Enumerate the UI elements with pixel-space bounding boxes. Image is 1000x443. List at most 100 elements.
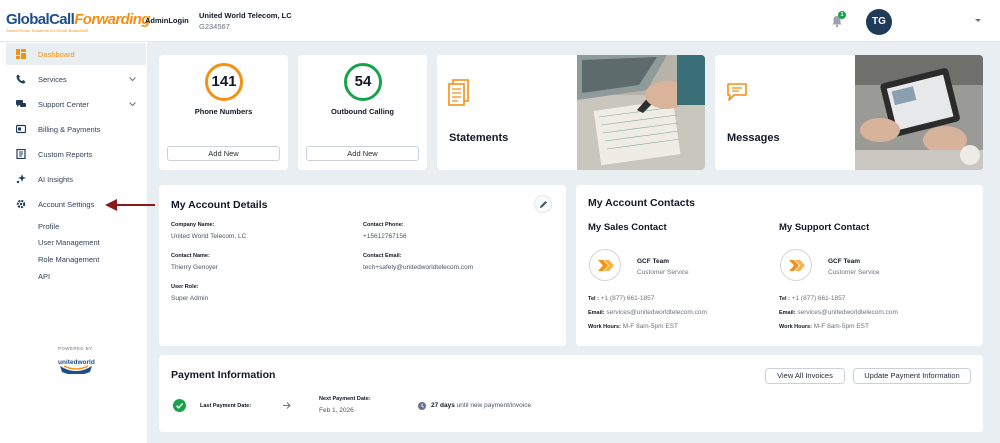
add-phone-number-button[interactable]: Add New (167, 146, 280, 161)
contact-phone-label: Contact Phone: (363, 222, 404, 228)
contact-email-value: tech+safety@unitedworldtelecom.com (363, 264, 474, 271)
account-contacts-title: My Account Contacts (588, 197, 695, 209)
messages-photo (855, 55, 983, 170)
company-name-value: United World Telecom, LC (171, 233, 247, 240)
sidebar-item-label: Billing & Payments (38, 124, 101, 134)
sidebar-item-ai-insights[interactable]: AI Insights (6, 168, 146, 190)
statements-photo (577, 55, 705, 170)
outbound-calling-card: 54 Outbound Calling Add New (298, 55, 427, 170)
document-icon (448, 79, 469, 106)
sidebar-item-label: Account Settings (38, 199, 95, 209)
sidebar-item-label: Support Center (38, 99, 89, 109)
next-payment-label: Next Payment Date: (319, 396, 371, 402)
sales-contact-hours: Work Hours: M-F 8am-5pm EST (588, 323, 678, 330)
billing-icon (16, 124, 26, 134)
gear-icon (16, 199, 26, 209)
chevron-down-icon (129, 77, 136, 82)
payment-information-title: Payment Information (171, 369, 276, 381)
company-id: G234567 (199, 22, 230, 31)
support-contact-heading: My Support Contact (779, 222, 870, 233)
chat-icon (16, 99, 26, 109)
dashboard-icon (16, 49, 26, 59)
chevron-down-icon[interactable] (974, 16, 982, 24)
globalcallforwarding-logo[interactable]: GlobalCallForwarding Smart Phone Solutio… (6, 11, 150, 34)
sales-contact-tel: Tel : +1 (877) 661-1857 (588, 295, 655, 302)
support-contact-avatar (780, 249, 812, 281)
clock-icon (418, 402, 426, 410)
sidebar-item-label: Custom Reports (38, 149, 93, 159)
contact-name-label: Contact Name: (171, 253, 210, 259)
sidebar-subitem-role-management[interactable]: Role Management (38, 255, 99, 264)
last-payment-label: Last Payment Date: (200, 403, 252, 409)
support-contact-email[interactable]: Email: services@unitedworldtelecom.com (779, 309, 898, 316)
support-contact-name: GCF Team (828, 258, 861, 265)
contact-name-value: Thierry Genoyer (171, 264, 218, 271)
annotation-arrow-icon (105, 199, 155, 211)
phone-numbers-label: Phone Numbers (194, 107, 253, 116)
account-details-card: My Account Details Company Name: United … (159, 185, 566, 346)
unitedworld-logo: unitedworld (58, 359, 95, 374)
support-contact-tel: Tel : +1 (877) 661-1857 (779, 295, 846, 302)
check-circle-icon (173, 399, 186, 412)
sidebar-subitem-user-management[interactable]: User Management (38, 238, 100, 247)
sidebar-item-label: Services (38, 74, 67, 84)
contact-email-label: Contact Email: (363, 253, 402, 259)
sales-contact-heading: My Sales Contact (588, 222, 667, 233)
svg-text:unitedworld: unitedworld (58, 359, 95, 366)
sales-contact-email[interactable]: Email: services@unitedworldtelecom.com (588, 309, 707, 316)
chevron-right-double-icon (789, 260, 805, 271)
sparkle-icon (16, 174, 26, 184)
sales-contact-name: GCF Team (637, 258, 670, 265)
support-contact-hours: Work Hours: M-F 8am-5pm EST (779, 323, 869, 330)
sidebar-item-billing-payments[interactable]: Billing & Payments (6, 118, 146, 140)
admin-login-label: AdminLogin (145, 16, 189, 25)
days-until-payment: 27 days until new payment/invoice (431, 402, 532, 409)
logo-text-global: GlobalCall (6, 11, 75, 28)
account-contacts-card: My Account Contacts My Sales Contact GCF… (576, 185, 983, 346)
sidebar-subitem-profile[interactable]: Profile (38, 222, 59, 231)
statements-title: Statements (449, 132, 509, 144)
notification-badge: 1 (838, 11, 846, 19)
user-role-label: User Role: (171, 284, 199, 290)
add-outbound-calling-button[interactable]: Add New (306, 146, 419, 161)
support-contact-role: Customer Service (828, 269, 880, 276)
messages-tile[interactable]: Messages (715, 55, 983, 170)
outbound-calling-label: Outbound Calling (331, 107, 394, 116)
sidebar-item-label: AI Insights (38, 174, 74, 184)
edit-button[interactable] (534, 195, 552, 213)
chevron-down-icon (129, 102, 136, 107)
avatar[interactable]: TG (866, 9, 892, 35)
logo-text-forwarding: Forwarding (74, 11, 150, 28)
user-role-value: Super Admin (171, 295, 209, 302)
messages-title: Messages (727, 132, 780, 144)
account-details-title: My Account Details (171, 199, 268, 211)
report-icon (16, 149, 26, 159)
sales-contact-role: Customer Service (637, 269, 689, 276)
sidebar-item-custom-reports[interactable]: Custom Reports (6, 143, 146, 165)
phone-numbers-card: 141 Phone Numbers Add New (159, 55, 288, 170)
logo-tagline: Smart Phone Solutions for Smart Business… (6, 28, 89, 33)
message-icon (727, 83, 747, 101)
phone-numbers-count: 141 (205, 63, 243, 101)
sidebar-item-services[interactable]: Services (6, 68, 146, 90)
arrow-right-icon (283, 402, 291, 409)
contact-phone-value: +15612767156 (363, 233, 407, 240)
sidebar-item-dashboard[interactable]: Dashboard (6, 43, 146, 65)
view-all-invoices-button[interactable]: View All Invoices (765, 368, 845, 384)
update-payment-information-button[interactable]: Update Payment Information (853, 368, 971, 384)
sidebar-item-label: Dashboard (38, 49, 75, 59)
next-payment-value: Feb 1, 2026 (319, 407, 354, 414)
chevron-right-double-icon (598, 260, 614, 271)
sales-contact-avatar (589, 249, 621, 281)
powered-by-label: POWERED BY (58, 346, 93, 351)
sidebar-subitem-api[interactable]: API (38, 272, 50, 281)
statements-tile[interactable]: Statements (437, 55, 705, 170)
phone-icon (16, 74, 26, 84)
outbound-calling-count: 54 (344, 63, 382, 101)
payment-information-card: Payment Information View All Invoices Up… (159, 355, 983, 432)
sidebar-item-support-center[interactable]: Support Center (6, 93, 146, 115)
pencil-icon (540, 201, 547, 208)
top-header: GlobalCallForwarding Smart Phone Solutio… (0, 0, 1000, 42)
company-name: United World Telecom, LC (199, 11, 292, 20)
company-name-label: Company Name: (171, 222, 215, 228)
